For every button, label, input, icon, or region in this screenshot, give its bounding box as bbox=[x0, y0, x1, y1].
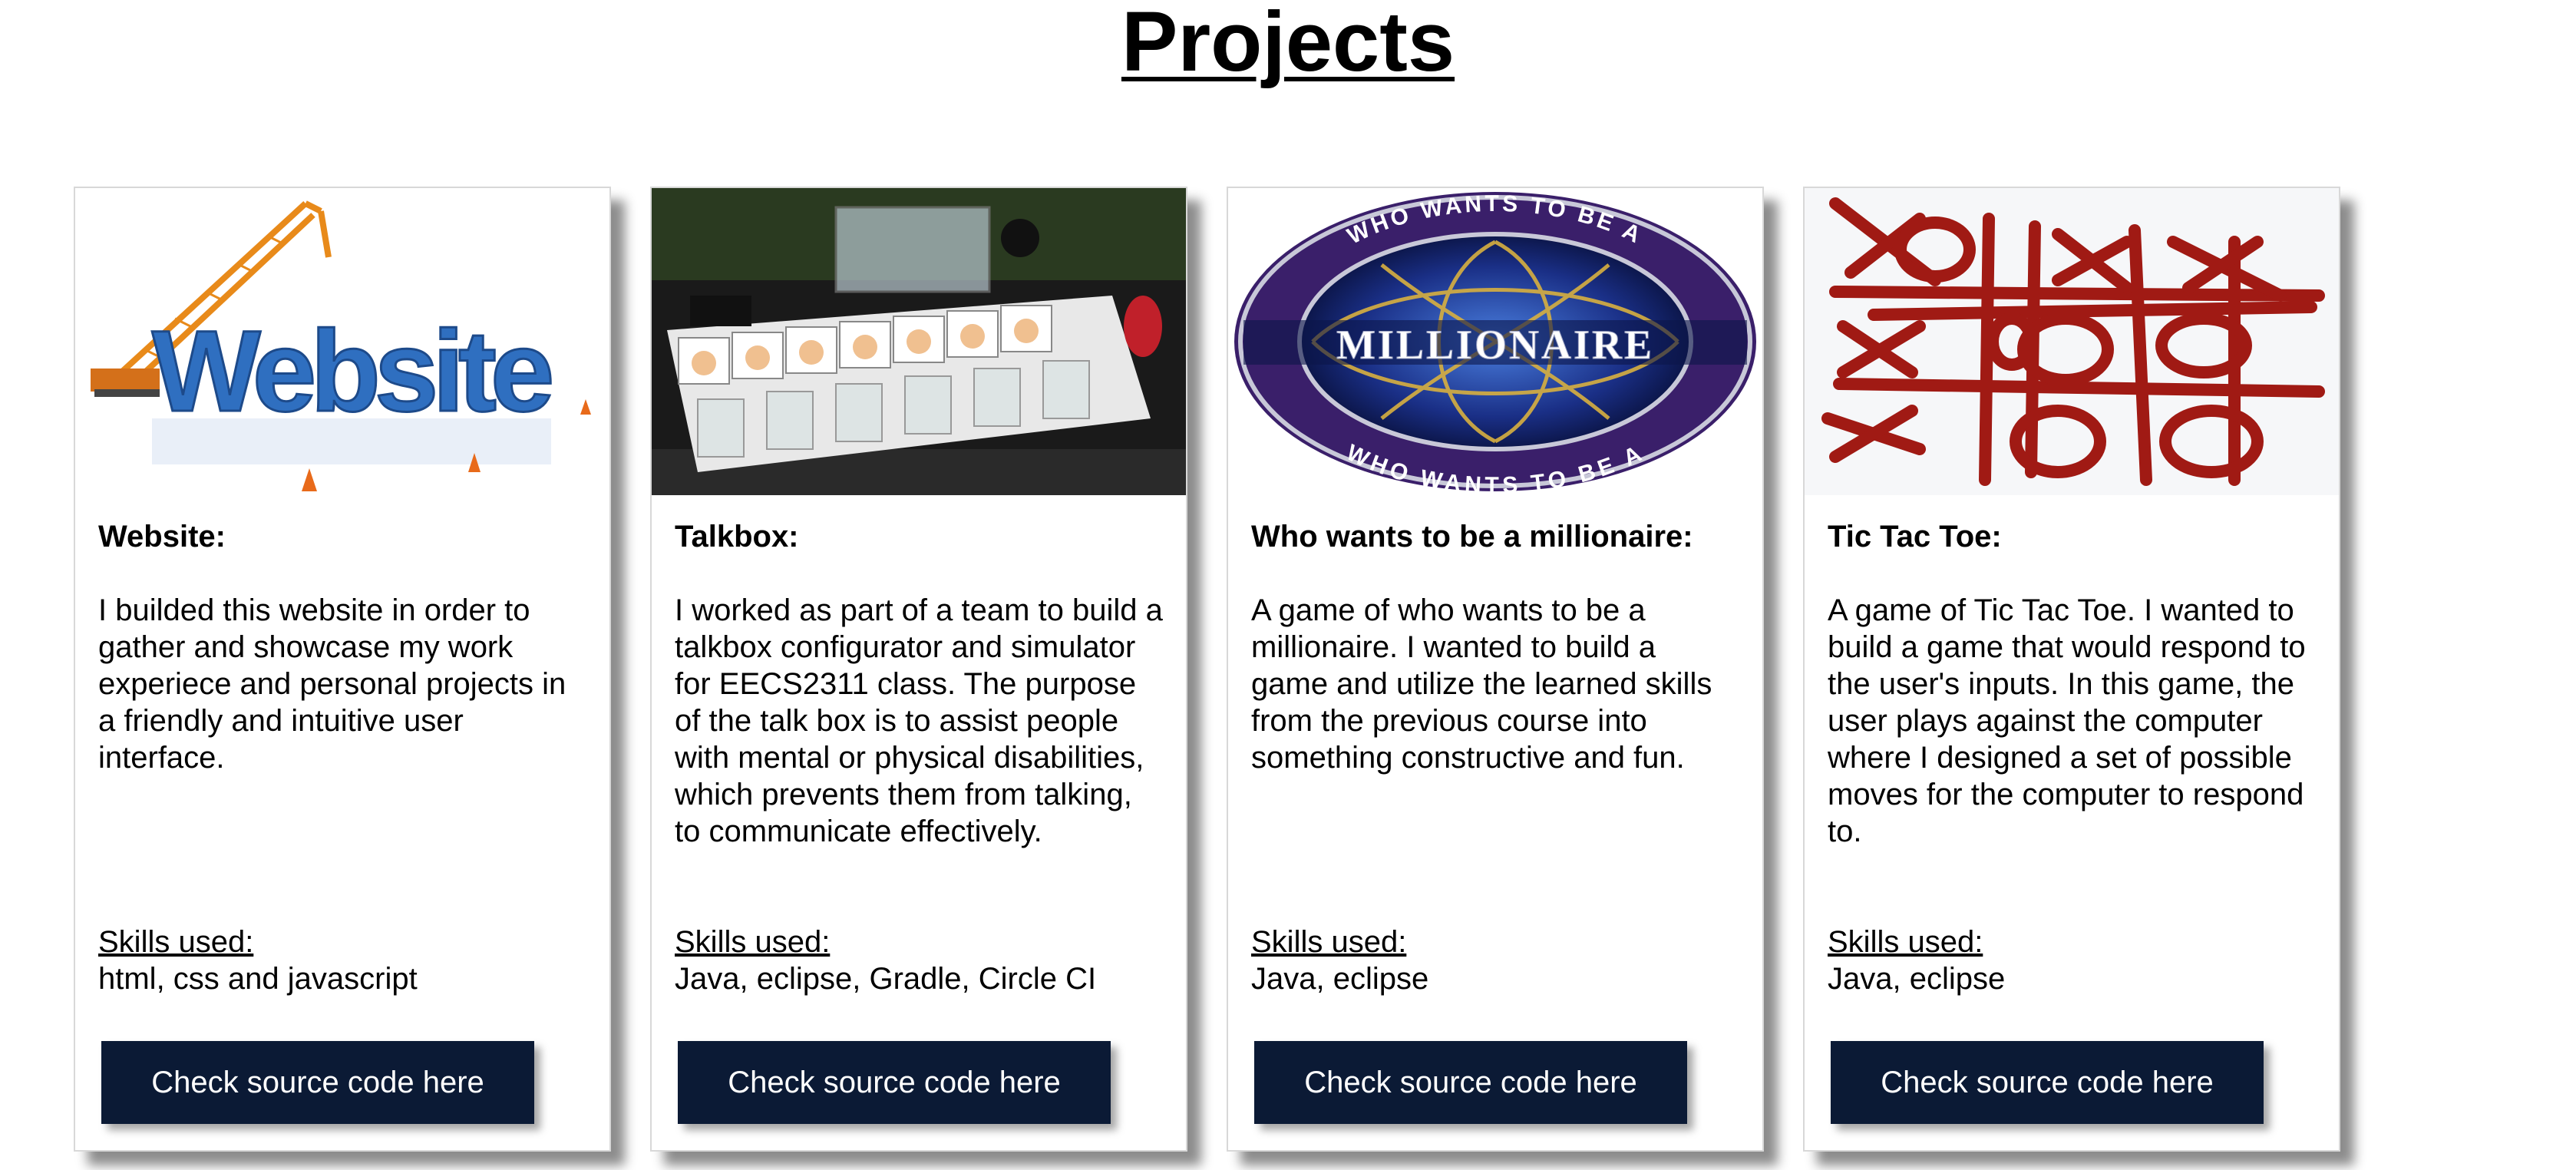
source-code-button-talkbox[interactable]: Check source code here bbox=[678, 1041, 1111, 1124]
source-code-button-millionaire[interactable]: Check source code here bbox=[1254, 1041, 1687, 1124]
card-body: Tic Tac Toe: A game of Tic Tac Toe. I wa… bbox=[1828, 518, 2316, 850]
project-card-talkbox: Talkbox: I worked as part of a team to b… bbox=[650, 187, 1187, 1152]
tic-tac-toe-image bbox=[1805, 188, 2339, 495]
website-logo-text: Website bbox=[152, 306, 551, 435]
talkbox-device-photo bbox=[652, 188, 1186, 495]
projects-grid: Website Website: I builded this website … bbox=[74, 187, 2340, 1152]
card-body: Talkbox: I worked as part of a team to b… bbox=[675, 518, 1163, 850]
project-description: I worked as part of a team to build a ta… bbox=[675, 593, 1163, 848]
project-card-website: Website Website: I builded this website … bbox=[74, 187, 611, 1152]
project-title: Talkbox: bbox=[675, 520, 799, 554]
project-card-millionaire: MILLIONAIRE WHO WANTS TO BE A WHO WANTS … bbox=[1227, 187, 1764, 1152]
skills-value: Java, eclipse bbox=[1828, 962, 2006, 996]
skills-section: Skills used: Java, eclipse, Gradle, Circ… bbox=[675, 924, 1163, 997]
card-body: Website: I builded this website in order… bbox=[98, 518, 586, 776]
project-description: A game of Tic Tac Toe. I wanted to build… bbox=[1828, 593, 2306, 848]
project-description: A game of who wants to be a millionaire.… bbox=[1251, 593, 1712, 775]
millionaire-logo-image: MILLIONAIRE WHO WANTS TO BE A WHO WANTS … bbox=[1228, 188, 1762, 495]
source-code-button-tic-tac-toe[interactable]: Check source code here bbox=[1831, 1041, 2264, 1124]
skills-label: Skills used: bbox=[1828, 925, 1983, 959]
card-body: Who wants to be a millionaire: A game of… bbox=[1251, 518, 1739, 776]
source-code-button-website[interactable]: Check source code here bbox=[101, 1041, 534, 1124]
skills-label: Skills used: bbox=[675, 925, 831, 959]
project-description: I builded this website in order to gathe… bbox=[98, 593, 566, 775]
website-construction-image: Website bbox=[75, 188, 609, 495]
skills-value: Java, eclipse, Gradle, Circle CI bbox=[675, 962, 1097, 996]
millionaire-logo-text: MILLIONAIRE bbox=[1336, 322, 1654, 368]
project-card-tic-tac-toe: Tic Tac Toe: A game of Tic Tac Toe. I wa… bbox=[1803, 187, 2340, 1152]
project-title: Website: bbox=[98, 520, 226, 554]
skills-label: Skills used: bbox=[98, 925, 254, 959]
project-title: Who wants to be a millionaire: bbox=[1251, 520, 1693, 554]
project-title: Tic Tac Toe: bbox=[1828, 520, 2002, 554]
skills-value: Java, eclipse bbox=[1251, 962, 1429, 996]
skills-label: Skills used: bbox=[1251, 925, 1407, 959]
skills-section: Skills used: Java, eclipse bbox=[1251, 924, 1739, 997]
skills-value: html, css and javascript bbox=[98, 962, 418, 996]
skills-section: Skills used: html, css and javascript bbox=[98, 924, 586, 997]
page-title: Projects bbox=[1121, 0, 1455, 89]
skills-section: Skills used: Java, eclipse bbox=[1828, 924, 2316, 997]
